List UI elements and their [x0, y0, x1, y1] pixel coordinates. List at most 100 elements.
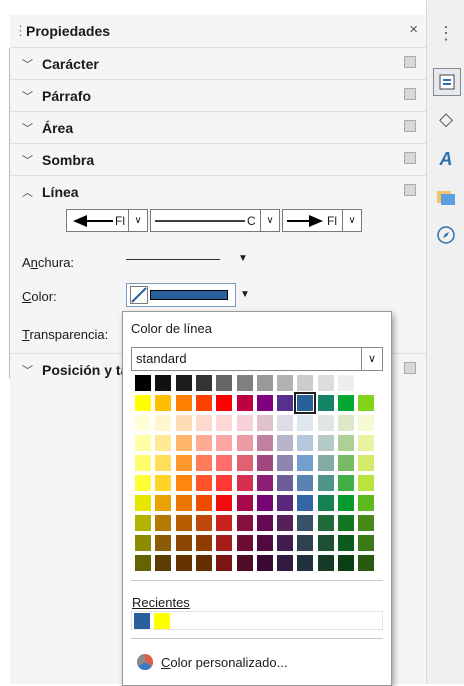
color-swatch[interactable]	[236, 395, 253, 411]
color-swatch[interactable]	[195, 455, 212, 471]
color-swatch[interactable]	[297, 515, 314, 531]
color-swatch[interactable]	[216, 455, 233, 471]
section-area[interactable]: ﹀ Área	[10, 111, 426, 143]
more-options-icon[interactable]	[404, 184, 416, 196]
color-swatch[interactable]	[277, 375, 294, 391]
color-swatch[interactable]	[135, 415, 151, 431]
section-parrafo[interactable]: ﹀ Párrafo	[10, 79, 426, 111]
color-swatch[interactable]	[135, 395, 151, 411]
color-swatch[interactable]	[175, 395, 192, 411]
color-swatch[interactable]	[256, 475, 273, 491]
color-swatch[interactable]	[256, 535, 273, 551]
color-swatch[interactable]	[195, 515, 212, 531]
color-swatch[interactable]	[195, 415, 212, 431]
color-swatch[interactable]	[358, 475, 375, 491]
more-options-icon[interactable]	[404, 88, 416, 100]
more-options-icon[interactable]	[404, 120, 416, 132]
color-swatch[interactable]	[256, 455, 273, 471]
color-swatch[interactable]	[358, 535, 375, 551]
line-style-select[interactable]: C ∨	[150, 209, 280, 232]
color-swatch[interactable]	[155, 495, 172, 511]
color-swatch[interactable]	[216, 535, 233, 551]
color-swatch[interactable]	[297, 495, 314, 511]
color-swatch[interactable]	[277, 475, 294, 491]
color-swatch[interactable]	[175, 375, 192, 391]
color-swatch[interactable]	[338, 515, 354, 531]
properties-icon[interactable]	[433, 68, 461, 96]
color-swatch[interactable]	[338, 495, 354, 511]
color-swatch[interactable]	[297, 455, 314, 471]
color-swatch[interactable]	[155, 515, 172, 531]
color-swatch[interactable]	[216, 515, 233, 531]
color-swatch[interactable]	[236, 415, 253, 431]
color-swatch[interactable]	[175, 495, 192, 511]
color-swatch[interactable]	[135, 535, 151, 551]
recent-color-swatch[interactable]	[134, 613, 150, 629]
color-swatch[interactable]	[297, 415, 314, 431]
color-swatch[interactable]	[317, 395, 334, 411]
color-swatch[interactable]	[297, 375, 314, 391]
more-icon[interactable]: ⋮	[433, 20, 459, 46]
close-icon[interactable]: ×	[409, 21, 418, 38]
color-swatch[interactable]	[155, 415, 172, 431]
color-swatch[interactable]	[317, 435, 334, 451]
color-swatch[interactable]	[155, 475, 172, 491]
end-arrow-select[interactable]: Fl ∨	[282, 209, 362, 232]
color-swatch[interactable]	[358, 495, 375, 511]
navigator-icon[interactable]	[433, 222, 459, 248]
color-swatch[interactable]	[236, 515, 253, 531]
color-swatch[interactable]	[277, 515, 294, 531]
color-swatch[interactable]	[135, 375, 151, 391]
palette-select[interactable]: standard ∨	[131, 347, 383, 371]
color-swatch[interactable]	[175, 455, 192, 471]
color-swatch[interactable]	[236, 555, 253, 571]
section-caracter[interactable]: ﹀ Carácter	[10, 47, 426, 79]
color-swatch[interactable]	[297, 535, 314, 551]
color-swatch[interactable]	[358, 395, 375, 411]
color-swatch[interactable]	[216, 475, 233, 491]
gallery-icon[interactable]	[433, 184, 459, 210]
color-swatch[interactable]	[135, 495, 151, 511]
color-swatch[interactable]	[155, 455, 172, 471]
color-swatch[interactable]	[358, 515, 375, 531]
color-swatch[interactable]	[236, 455, 253, 471]
color-swatch[interactable]	[297, 555, 314, 571]
color-swatch[interactable]	[317, 475, 334, 491]
color-swatch[interactable]	[338, 555, 354, 571]
color-swatch[interactable]	[277, 415, 294, 431]
color-swatch[interactable]	[135, 555, 151, 571]
color-swatch[interactable]	[175, 475, 192, 491]
color-swatch[interactable]	[256, 555, 273, 571]
color-swatch[interactable]	[216, 495, 233, 511]
color-swatch[interactable]	[338, 435, 354, 451]
color-swatch[interactable]	[358, 375, 375, 391]
color-swatch[interactable]	[338, 395, 354, 411]
color-swatch[interactable]	[175, 515, 192, 531]
grip-icon[interactable]: ⋮	[14, 23, 27, 39]
color-swatch[interactable]	[294, 392, 317, 414]
color-swatch[interactable]	[135, 475, 151, 491]
color-swatch[interactable]	[175, 535, 192, 551]
color-swatch[interactable]	[338, 475, 354, 491]
color-swatch[interactable]	[195, 535, 212, 551]
color-swatch[interactable]	[277, 555, 294, 571]
color-swatch[interactable]	[135, 455, 151, 471]
color-swatch[interactable]	[358, 555, 375, 571]
color-swatch[interactable]	[216, 435, 233, 451]
color-swatch[interactable]	[297, 475, 314, 491]
color-swatch[interactable]	[135, 435, 151, 451]
custom-color-button[interactable]: Color personalizado...	[137, 654, 287, 670]
color-swatch[interactable]	[358, 415, 375, 431]
color-swatch[interactable]	[256, 395, 273, 411]
line-color-button[interactable]: ▼	[126, 283, 254, 307]
color-swatch[interactable]	[338, 415, 354, 431]
more-options-icon[interactable]	[404, 362, 416, 374]
line-width-select[interactable]: ▼	[126, 251, 256, 271]
color-swatch[interactable]	[155, 555, 172, 571]
color-swatch[interactable]	[236, 375, 253, 391]
color-swatch[interactable]	[195, 495, 212, 511]
color-swatch[interactable]	[195, 555, 212, 571]
color-swatch[interactable]	[277, 395, 294, 411]
color-swatch[interactable]	[175, 435, 192, 451]
more-options-icon[interactable]	[404, 152, 416, 164]
